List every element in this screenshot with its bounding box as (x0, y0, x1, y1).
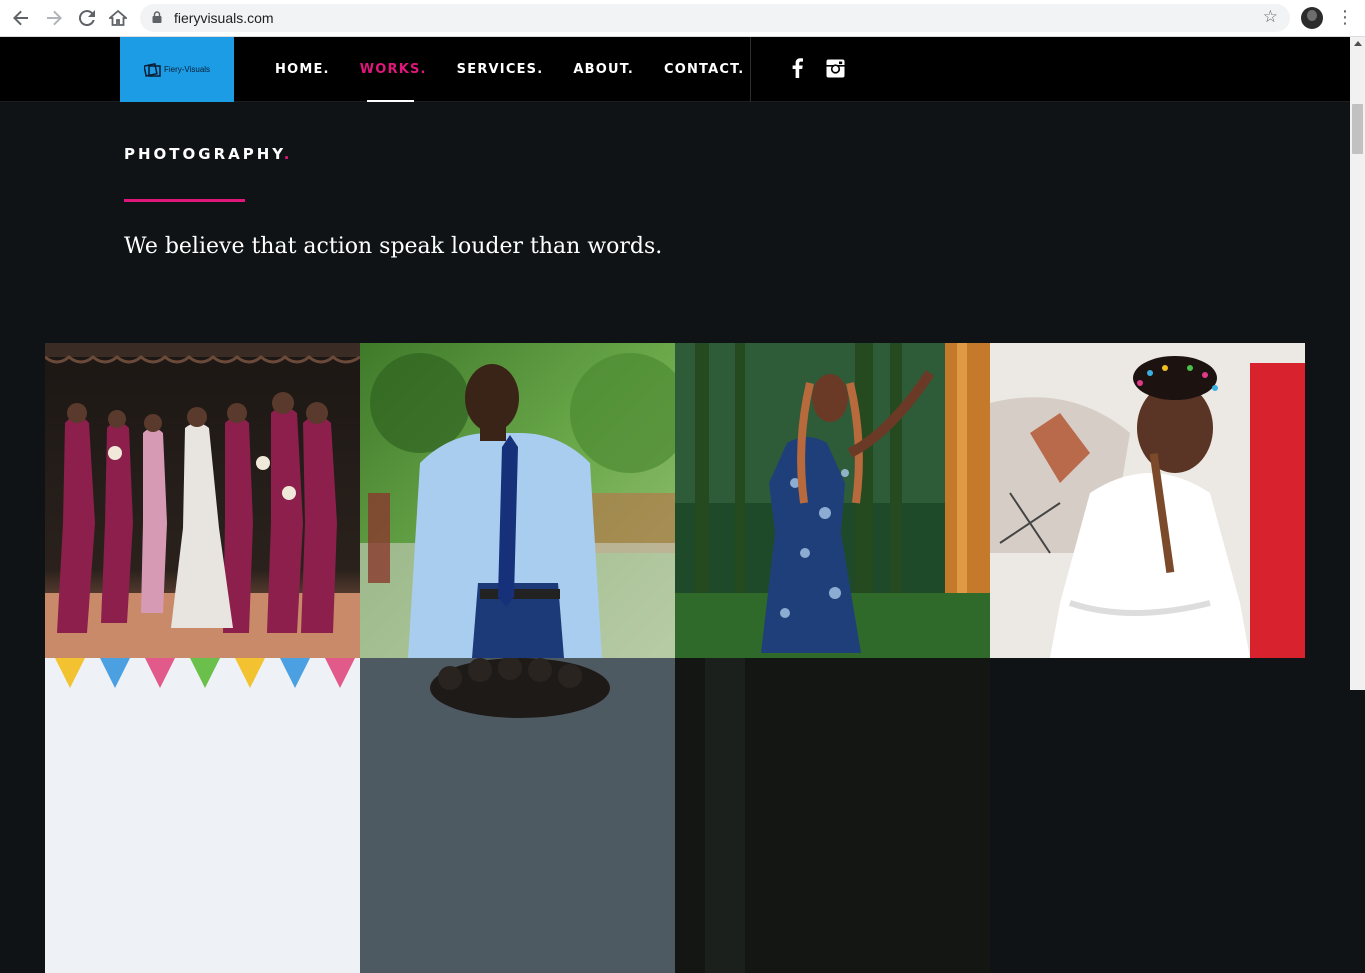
section-title-text: PHOTOGRAPHY (124, 145, 284, 163)
browser-toolbar: fieryvisuals.com ☆ ⋮ (0, 0, 1365, 37)
party-bunting-photo[interactable] (45, 658, 360, 973)
home-icon[interactable] (106, 6, 130, 30)
facebook-icon[interactable] (786, 57, 808, 79)
scroll-up-arrow-icon[interactable] (1354, 41, 1362, 46)
nav-contact[interactable]: CONTACT. (664, 37, 744, 102)
browser-menu-icon[interactable]: ⋮ (1336, 6, 1354, 30)
main-nav: HOME. WORKS. SERVICES. ABOUT. CONTACT. (260, 37, 759, 102)
logo-text: Fiery-Visuals (163, 65, 211, 74)
instagram-icon[interactable] (824, 57, 846, 79)
logo-mark-icon (143, 62, 161, 77)
title-underline (124, 199, 245, 202)
baby-in-white-dress-photo[interactable] (990, 343, 1305, 658)
main-content: PHOTOGRAPHY. We believe that action spea… (0, 102, 1350, 973)
site-header: Fiery-Visuals HOME. WORKS. SERVICES. ABO… (0, 37, 1350, 102)
section-tagline: We believe that action speak louder than… (124, 234, 663, 259)
section-title-dot: . (283, 145, 293, 163)
bridal-party-photo[interactable] (45, 343, 360, 658)
section-title: PHOTOGRAPHY. (124, 145, 292, 163)
curly-hair-portrait-photo[interactable] (360, 658, 675, 973)
back-arrow-icon[interactable] (9, 6, 33, 30)
nav-about[interactable]: ABOUT. (573, 37, 634, 102)
header-divider (750, 37, 751, 102)
woman-in-floral-dress-photo[interactable] (675, 343, 990, 658)
logo[interactable]: Fiery-Visuals (120, 37, 234, 102)
scroll-thumb[interactable] (1352, 104, 1363, 154)
nav-services[interactable]: SERVICES. (457, 37, 544, 102)
nav-home[interactable]: HOME. (275, 37, 330, 102)
nav-works[interactable]: WORKS. (360, 37, 427, 102)
forward-arrow-icon[interactable] (42, 6, 66, 30)
page-scrollbar[interactable] (1350, 37, 1365, 690)
lock-icon (152, 11, 162, 23)
bookmark-star-icon[interactable]: ☆ (1263, 7, 1278, 27)
man-in-blue-shirt-photo[interactable] (360, 343, 675, 658)
dark-outdoor-photo[interactable] (675, 658, 990, 973)
reload-icon[interactable] (75, 6, 99, 30)
url-text: fieryvisuals.com (174, 10, 274, 26)
address-bar[interactable]: fieryvisuals.com ☆ (140, 4, 1290, 32)
profile-avatar[interactable] (1301, 7, 1323, 29)
